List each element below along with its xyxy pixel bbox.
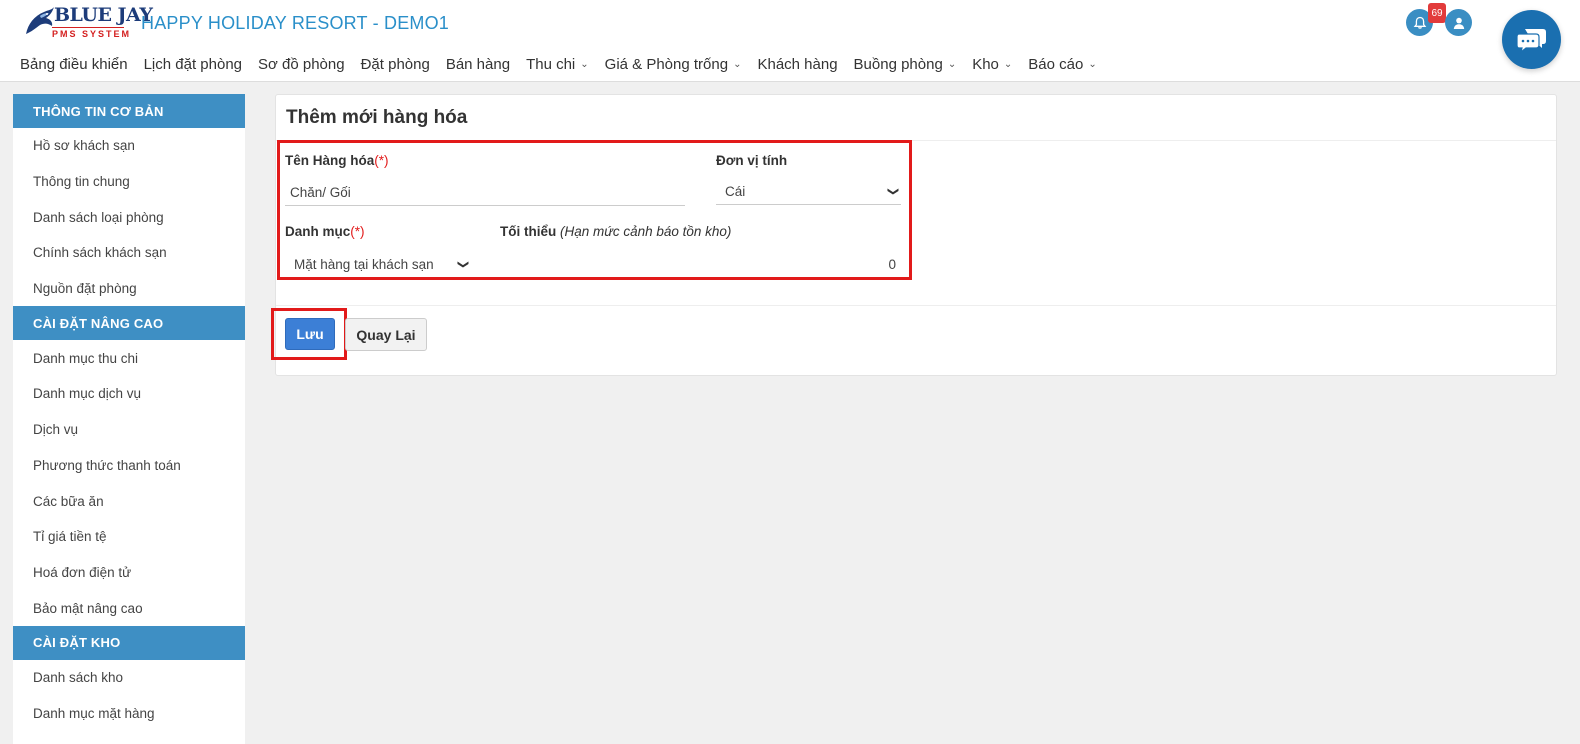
user-icon [1453,17,1464,29]
unit-selected-value: Cái [725,184,746,199]
required-mark: (*) [350,224,365,239]
sidebar-item-hotel-policy[interactable]: Chính sách khách sạn [13,235,245,271]
unit-select[interactable]: Cái ❯ [716,179,901,205]
sidebar-item-warehouse-list[interactable]: Danh sách kho [13,660,245,696]
top-header: BLUE JAY PMS SYSTEM HAPPY HOLIDAY RESORT… [0,0,1580,82]
chat-widget-button[interactable] [1502,10,1561,69]
chevron-down-icon: ⌄ [947,58,957,70]
minimum-stock-hint: (Hạn mức cảnh báo tồn kho) [560,224,732,239]
save-button[interactable]: Lưu [285,318,335,350]
chevron-down-icon: ⌄ [1088,58,1097,70]
nav-item-customers[interactable]: Khách hàng [749,56,845,73]
chevron-down-icon: ❯ [456,259,469,269]
nav-item-warehouse[interactable]: Kho ⌄ [964,56,1020,73]
notification-count-badge: 69 [1428,3,1446,23]
nav-item-housekeeping[interactable]: Buồng phòng ⌄ [846,56,965,73]
back-button[interactable]: Quay Lại [345,318,427,351]
user-menu-button[interactable] [1445,9,1472,36]
product-name-label: Tên Hàng hóa(*) [285,153,389,168]
chevron-down-icon: ⌄ [733,58,742,70]
sidebar-item-advanced-security[interactable]: Bảo mật nâng cao [13,590,245,626]
category-selected-value: Mặt hàng tại khách sạn [294,256,434,272]
category-select[interactable]: Mặt hàng tại khách sạn ❯ [285,251,470,277]
sidebar-item-general-info[interactable]: Thông tin chung [13,164,245,200]
bell-icon [1413,16,1426,29]
main-nav: Bảng điều khiển Lịch đặt phòng Sơ đồ phò… [12,52,1105,76]
sidebar-item-meals[interactable]: Các bữa ăn [13,483,245,519]
logo-text: BLUE JAY [54,4,153,26]
nav-item-booking-calendar[interactable]: Lịch đặt phòng [136,56,250,73]
nav-item-dashboard[interactable]: Bảng điều khiển [12,56,136,73]
product-name-input[interactable] [285,180,685,206]
sidebar-item-income-expense-categories[interactable]: Danh mục thu chi [13,340,245,376]
chat-icon [1515,28,1546,54]
nav-item-rates-availability[interactable]: Giá & Phòng trống ⌄ [597,56,750,73]
sidebar-item-hotel-profile[interactable]: Hồ sơ khách sạn [13,128,245,164]
minimum-stock-label: Tối thiểu (Hạn mức cảnh báo tồn kho) [500,224,732,239]
sidebar-item-service-categories[interactable]: Danh mục dịch vụ [13,376,245,412]
category-label: Danh mục(*) [285,224,365,239]
sidebar-item-payment-methods[interactable]: Phương thức thanh toán [13,448,245,484]
divider [276,305,1556,306]
chevron-down-icon: ⌄ [580,58,589,70]
sidebar-section-basic-info: THÔNG TIN CƠ BẢN [13,94,245,128]
settings-sidebar: THÔNG TIN CƠ BẢN Hồ sơ khách sạn Thông t… [13,94,245,744]
nav-item-room-map[interactable]: Sơ đồ phòng [250,56,353,73]
sidebar-item-services[interactable]: Dịch vụ [13,412,245,448]
sidebar-item-product-categories[interactable]: Danh mục mặt hàng [13,696,245,732]
unit-label: Đơn vị tính [716,153,788,168]
required-mark: (*) [374,153,389,168]
logo[interactable]: BLUE JAY PMS SYSTEM [22,2,153,42]
nav-item-income-expense[interactable]: Thu chi ⌄ [518,56,597,73]
sidebar-item-booking-sources[interactable]: Nguồn đặt phòng [13,271,245,307]
nav-item-sales[interactable]: Bán hàng [438,56,518,73]
nav-item-book-room[interactable]: Đặt phòng [353,56,438,73]
sidebar-item-room-types[interactable]: Danh sách loại phòng [13,199,245,235]
bluejay-bird-icon [26,7,54,34]
sidebar-section-advanced: CÀI ĐẶT NÂNG CAO [13,306,245,341]
app-title: HAPPY HOLIDAY RESORT - DEMO1 [141,13,450,33]
chevron-down-icon: ⌄ [1003,58,1013,70]
sidebar-item-exchange-rates[interactable]: Tỉ giá tiền tệ [13,519,245,555]
page-title: Thêm mới hàng hóa [286,107,468,128]
logo-subtext: PMS SYSTEM [52,27,132,39]
sidebar-section-warehouse: CÀI ĐẶT KHO [13,625,245,660]
minimum-stock-input[interactable] [500,251,900,277]
nav-item-reports[interactable]: Báo cáo ⌄ [1020,56,1104,73]
chevron-down-icon: ❯ [886,186,899,197]
sidebar-item-e-invoice[interactable]: Hoá đơn điện tử [13,555,245,591]
